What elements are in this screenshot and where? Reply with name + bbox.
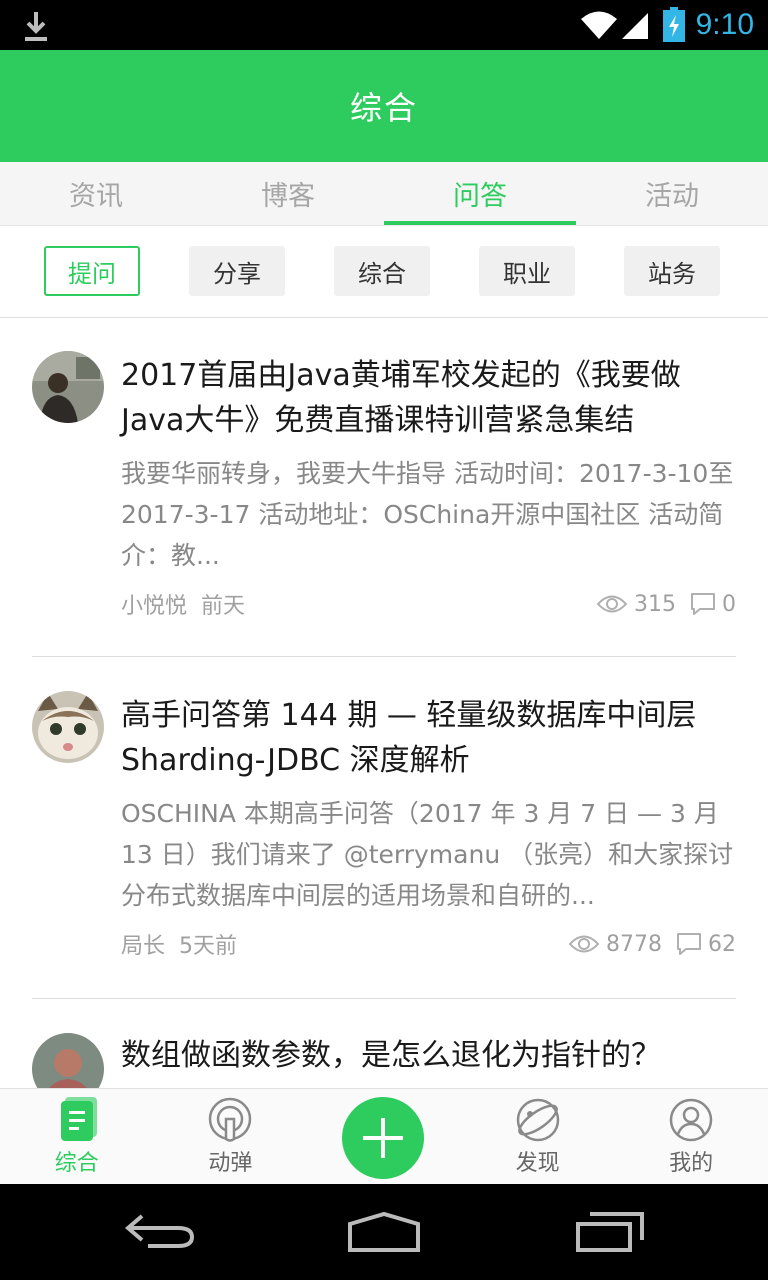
eye-icon bbox=[568, 935, 600, 953]
battery-charging-icon bbox=[662, 7, 685, 42]
nav-me-label: 我的 bbox=[669, 1151, 714, 1176]
comment-count: 0 bbox=[722, 591, 736, 617]
recents-icon[interactable] bbox=[574, 1210, 646, 1254]
comment-icon bbox=[691, 593, 715, 615]
subcategory-share[interactable]: 分享 bbox=[189, 246, 285, 296]
user-icon bbox=[669, 1098, 713, 1142]
page-title: 综合 bbox=[349, 89, 418, 127]
nav-discover-label: 发现 bbox=[515, 1151, 560, 1176]
view-count: 315 bbox=[634, 591, 676, 617]
status-bar: 9:10 bbox=[0, 0, 768, 50]
category-tabs: 资讯 博客 问答 活动 bbox=[0, 162, 768, 226]
bottom-navigation: 综合 动弹 发现 我的 bbox=[0, 1088, 768, 1184]
list-item[interactable]: 数组做函数参数，是怎么退化为指针的？ bbox=[32, 999, 736, 1088]
tab-qa[interactable]: 问答 bbox=[384, 162, 576, 225]
status-indicators: 9:10 bbox=[580, 0, 768, 50]
comment-icon bbox=[677, 933, 701, 955]
planet-icon bbox=[516, 1098, 559, 1142]
system-navigation-bar bbox=[0, 1184, 768, 1280]
item-time: 前天 bbox=[201, 594, 246, 619]
subcategory-general[interactable]: 综合 bbox=[334, 246, 430, 296]
item-time: 5天前 bbox=[179, 934, 238, 959]
home-icon[interactable] bbox=[346, 1210, 422, 1254]
plus-icon bbox=[363, 1118, 403, 1158]
nav-general-label: 综合 bbox=[54, 1151, 99, 1176]
item-meta: 小悦悦 前天 315 0 bbox=[121, 586, 736, 622]
avatar[interactable] bbox=[32, 351, 104, 423]
nav-general[interactable]: 综合 bbox=[0, 1089, 154, 1184]
tab-news[interactable]: 资讯 bbox=[0, 162, 192, 225]
document-icon bbox=[60, 1097, 97, 1141]
item-meta: 局长 5天前 8778 62 bbox=[121, 926, 736, 962]
subcategory-bar: 提问 分享 综合 职业 站务 bbox=[0, 226, 768, 318]
item-author[interactable]: 局长 bbox=[121, 928, 165, 960]
avatar[interactable] bbox=[32, 1033, 104, 1088]
item-stats: 315 0 bbox=[596, 592, 736, 617]
tab-blog[interactable]: 博客 bbox=[192, 162, 384, 225]
view-count: 8778 bbox=[606, 931, 662, 957]
avatar[interactable] bbox=[32, 691, 104, 763]
app-header: 综合 bbox=[0, 50, 768, 162]
wifi-icon bbox=[580, 11, 617, 39]
nav-tweets-label: 动弹 bbox=[208, 1151, 253, 1176]
app-screen: 9:10 综合 资讯 博客 问答 活动 提问 分享 综合 职业 站务 2017首… bbox=[0, 0, 768, 1280]
item-stats: 8778 62 bbox=[568, 932, 736, 957]
nav-discover[interactable]: 发现 bbox=[461, 1089, 615, 1184]
subcategory-ask[interactable]: 提问 bbox=[44, 246, 140, 296]
status-time: 9:10 bbox=[695, 8, 754, 41]
item-description: 我要华丽转身，我要大牛指导 活动时间：2017-3-10至 2017-3-17 … bbox=[121, 459, 734, 570]
item-title[interactable]: 2017首届由Java黄埔军校发起的《我要做Java大牛》免费直播课特训营紧急集… bbox=[121, 353, 736, 443]
question-feed: 2017首届由Java黄埔军校发起的《我要做Java大牛》免费直播课特训营紧急集… bbox=[0, 319, 768, 1088]
signal-icon bbox=[621, 13, 648, 39]
list-item[interactable]: 2017首届由Java黄埔军校发起的《我要做Java大牛》免费直播课特训营紧急集… bbox=[32, 319, 736, 657]
eye-icon bbox=[596, 595, 628, 613]
subcategory-site-affairs[interactable]: 站务 bbox=[624, 246, 720, 296]
item-title[interactable]: 数组做函数参数，是怎么退化为指针的？ bbox=[121, 1033, 736, 1078]
item-description: OSCHINA 本期高手问答（2017 年 3 月 7 日 — 3 月 13 日… bbox=[121, 799, 734, 910]
nav-me[interactable]: 我的 bbox=[614, 1089, 768, 1184]
list-item[interactable]: 高手问答第 144 期 — 轻量级数据库中间层 Sharding-JDBC 深度… bbox=[32, 657, 736, 999]
item-author[interactable]: 小悦悦 bbox=[121, 588, 187, 620]
back-icon[interactable] bbox=[124, 1210, 196, 1250]
download-icon bbox=[25, 12, 47, 41]
broadcast-icon bbox=[209, 1097, 252, 1142]
subcategory-career[interactable]: 职业 bbox=[479, 246, 575, 296]
add-post-button[interactable] bbox=[342, 1097, 424, 1179]
comment-count: 62 bbox=[708, 931, 736, 957]
item-title[interactable]: 高手问答第 144 期 — 轻量级数据库中间层 Sharding-JDBC 深度… bbox=[121, 693, 736, 783]
tab-events[interactable]: 活动 bbox=[576, 162, 768, 225]
nav-tweets[interactable]: 动弹 bbox=[154, 1089, 308, 1184]
